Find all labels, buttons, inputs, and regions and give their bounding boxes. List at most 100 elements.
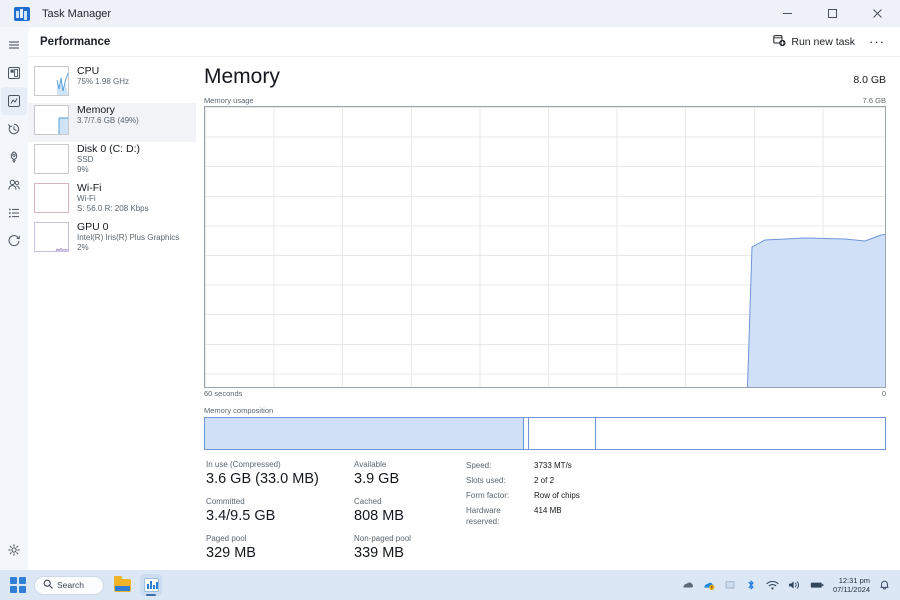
sidebar-item-processes[interactable] (1, 59, 27, 87)
stat-label: Paged pool (206, 534, 247, 543)
maximize-icon[interactable] (810, 0, 855, 27)
stat-in-use: In use (Compressed) 3.6 GB (33.0 MB) (206, 459, 354, 488)
clock-time: 12:31 pm (838, 576, 870, 585)
list-item-meta: Disk 0 (C: D:) SSD 9% (77, 142, 140, 175)
run-new-task-button[interactable]: Run new task (766, 31, 862, 53)
composition-segment-in-use (205, 417, 524, 449)
app-history-icon (7, 122, 21, 136)
list-item-gpu[interactable]: GPU 0 Intel(R) Iris(R) Plus Graphics 2% (28, 220, 196, 259)
sidebar-item-app-history[interactable] (1, 115, 27, 143)
performance-icon (7, 94, 21, 108)
more-options-button[interactable]: ··· (864, 31, 890, 53)
taskbar-app-task-manager[interactable] (140, 574, 162, 596)
stats-column-left: In use (Compressed) 3.6 GB (33.0 MB) Com… (206, 459, 354, 570)
start-tile (10, 585, 17, 593)
table-row: Form factor: Row of chips (466, 490, 580, 505)
list-item-sub-1: S: 56.0 R: 208 Kbps (77, 204, 149, 213)
window-body: Performance Run new task ··· CPU 75% 1.9… (0, 27, 900, 570)
sidebar-item-performance[interactable] (1, 87, 27, 115)
list-item-title: Memory (77, 104, 115, 116)
list-item-memory[interactable]: Memory 3.7/7.6 GB (49%) (28, 103, 196, 142)
wifi-thumbnail (34, 183, 69, 213)
table-key: Speed: (466, 461, 492, 470)
content-card: Performance Run new task ··· CPU 75% 1.9… (28, 27, 900, 570)
tm-bar (146, 584, 149, 589)
list-item-sub-0: 75% 1.98 GHz (77, 77, 130, 86)
taskbar-app-file-explorer[interactable] (111, 574, 133, 596)
sidebar-item-services[interactable] (1, 227, 27, 255)
stat-value: 3.9 GB (354, 471, 400, 487)
taskbar: Search 12:31 pm 07/11/2024 (0, 570, 900, 600)
speaker-icon[interactable] (788, 579, 801, 591)
list-item-wifi[interactable]: Wi-Fi Wi-Fi S: 56.0 R: 208 Kbps (28, 181, 196, 220)
taskbar-left: Search (10, 574, 162, 596)
battery-icon[interactable] (810, 579, 824, 591)
cpu-thumbnail (34, 66, 69, 96)
search-input[interactable]: Search (34, 575, 104, 595)
table-value: 3733 MT/s (534, 461, 572, 470)
sidebar-item-startup-apps[interactable] (1, 143, 27, 171)
stat-paged-pool: Paged pool 329 MB (206, 533, 354, 562)
taskbar-clock[interactable]: 12:31 pm 07/11/2024 (833, 576, 870, 594)
details-icon (7, 206, 21, 220)
memory-composition-bar[interactable] (204, 416, 886, 450)
stat-value: 3.6 GB (33.0 MB) (206, 471, 319, 487)
folder-icon (113, 575, 131, 592)
wifi-icon[interactable] (766, 579, 779, 591)
list-item-title: Wi-Fi (77, 182, 102, 194)
content-toolbar: Performance Run new task ··· (28, 27, 900, 57)
graph-time-right: 0 (881, 388, 886, 398)
disk-thumbnail (34, 144, 69, 174)
composition-segment-free (596, 418, 885, 449)
table-value: 414 MB (534, 506, 562, 515)
list-item-meta: Wi-Fi Wi-Fi S: 56.0 R: 208 Kbps (77, 181, 149, 214)
performance-body: CPU 75% 1.98 GHz Memory 3.7/7.6 GB (49%)… (28, 57, 900, 570)
graph-max-label: 7.6 GB (862, 96, 886, 105)
clock-date: 07/11/2024 (833, 585, 870, 594)
settings-gear-icon[interactable] (1, 536, 27, 564)
list-item-sub-1: 9% (77, 165, 89, 174)
bell-icon[interactable] (879, 579, 890, 591)
processes-icon (7, 66, 21, 80)
list-item-title: Disk 0 (C: D:) (77, 143, 140, 155)
desktop: Task Manager Performance Run new task ··… (0, 0, 900, 600)
memory-hardware-table: Speed: 3733 MT/s Slots used: 2 of 2 Form… (466, 460, 580, 531)
table-key: Hardware reserved: (466, 506, 501, 526)
table-row: Speed: 3733 MT/s (466, 460, 580, 475)
cloud-icon[interactable] (703, 579, 715, 591)
sidebar-item-details[interactable] (1, 199, 27, 227)
bluetooth-icon[interactable] (745, 579, 757, 591)
chevron-up-icon[interactable] (682, 579, 694, 591)
list-item-disk[interactable]: Disk 0 (C: D:) SSD 9% (28, 142, 196, 181)
hamburger-menu-icon[interactable] (1, 31, 27, 59)
task-manager-window: Task Manager Performance Run new task ··… (0, 0, 900, 570)
minimize-icon[interactable] (765, 0, 810, 27)
list-item-cpu[interactable]: CPU 75% 1.98 GHz (28, 64, 196, 103)
stat-non-paged-pool: Non-paged pool 339 MB (354, 533, 466, 562)
tm-bar (155, 582, 158, 589)
table-row: Hardware reserved: 414 MB (466, 505, 580, 531)
tm-bar (149, 581, 152, 589)
stat-label: Committed (206, 497, 245, 506)
close-icon[interactable] (855, 0, 900, 27)
stat-value: 3.4/9.5 GB (206, 508, 276, 524)
list-item-meta: GPU 0 Intel(R) Iris(R) Plus Graphics 2% (77, 220, 179, 253)
graph-label: Memory usage (204, 96, 254, 105)
run-new-task-label: Run new task (791, 35, 855, 48)
sidebar-item-users[interactable] (1, 171, 27, 199)
list-item-sub-0: Wi-Fi (77, 194, 96, 203)
graph-axis-top: Memory usage 7.6 GB (204, 96, 886, 105)
stat-label: Available (354, 460, 387, 469)
stat-value: 339 MB (354, 545, 404, 561)
start-button[interactable] (10, 576, 27, 594)
memory-stats: In use (Compressed) 3.6 GB (33.0 MB) Com… (204, 459, 886, 570)
stat-label: Cached (354, 497, 382, 506)
window-title: Task Manager (42, 7, 112, 20)
table-row: Slots used: 2 of 2 (466, 475, 580, 490)
table-value: 2 of 2 (534, 476, 555, 485)
monitor-icon[interactable] (724, 579, 736, 591)
table-value: Row of chips (534, 491, 580, 500)
search-placeholder: Search (57, 580, 84, 590)
gpu-thumbnail (34, 222, 69, 252)
stat-label: In use (Compressed) (206, 460, 281, 469)
